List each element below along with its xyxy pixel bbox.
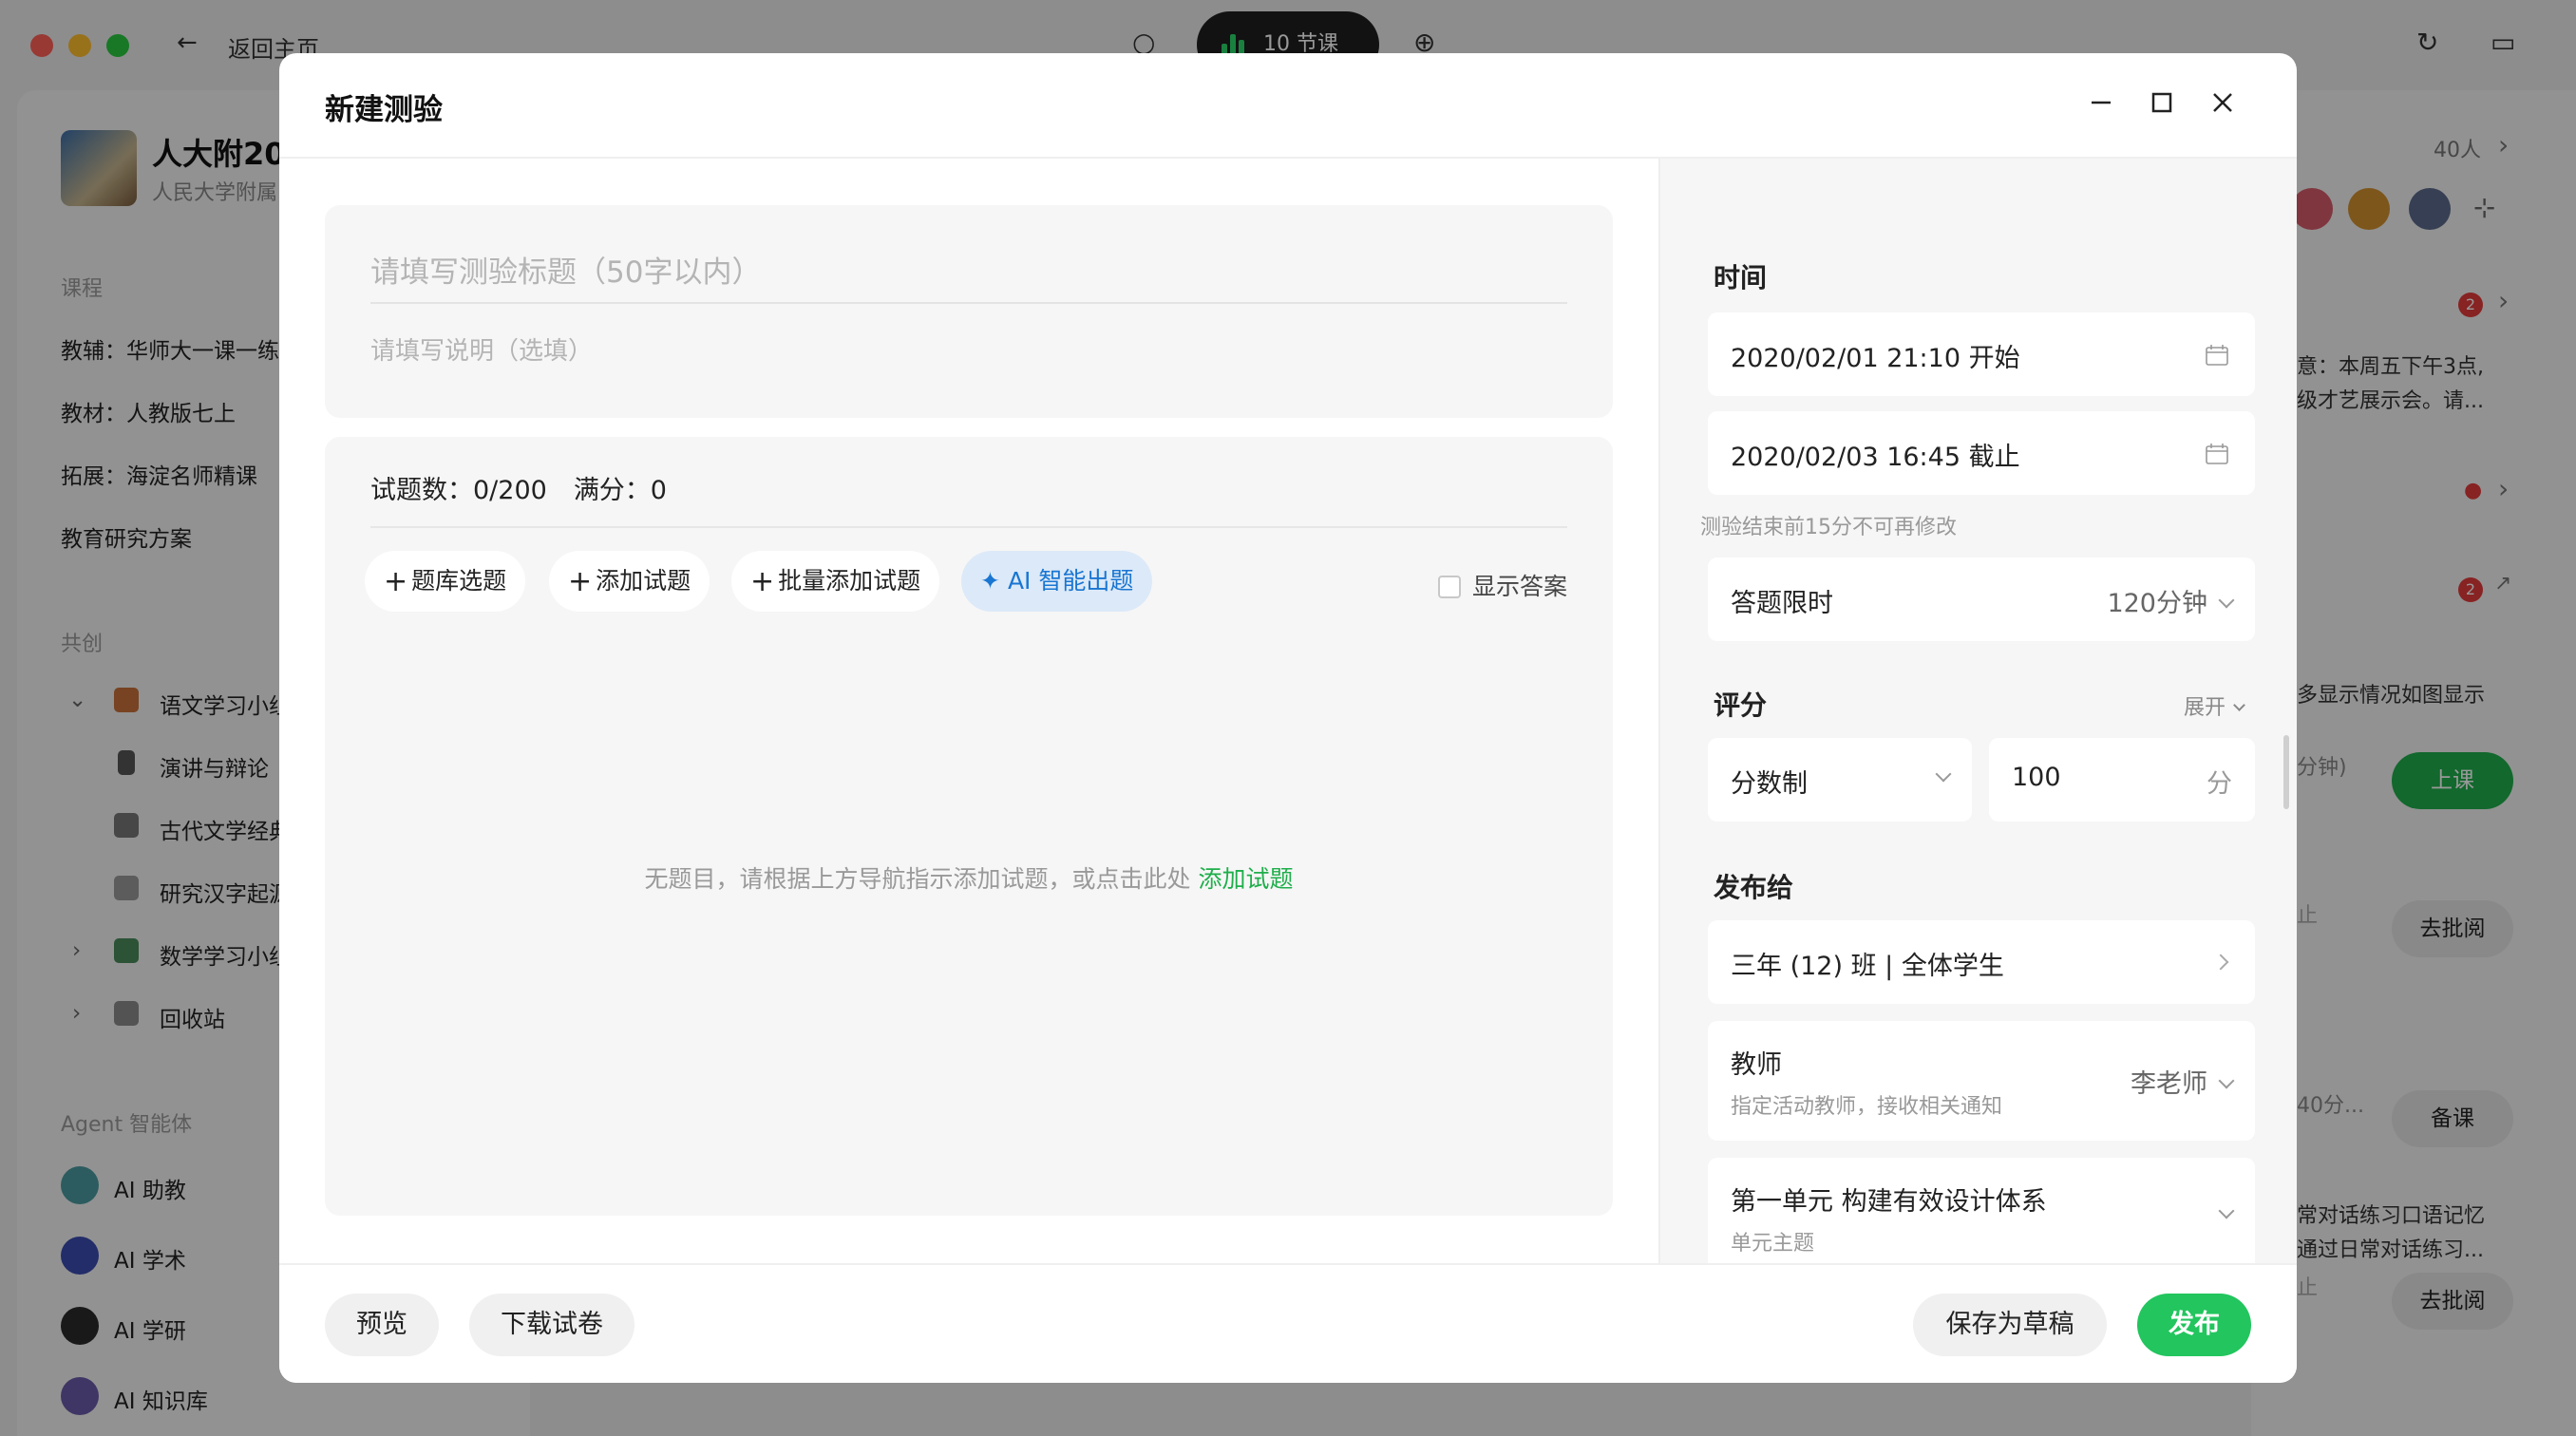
quiz-title-input[interactable]	[370, 243, 1567, 304]
plus-icon: +	[384, 565, 408, 598]
teacher-select[interactable]: 教师 指定活动教师，接收相关通知 李老师	[1708, 1021, 2255, 1141]
download-paper-button[interactable]: 下载试卷	[469, 1294, 635, 1356]
save-draft-button[interactable]: 保存为草稿	[1913, 1294, 2107, 1356]
batch-add-button[interactable]: + 批量添加试题	[731, 551, 940, 612]
title-card	[325, 205, 1613, 418]
time-section-title: 时间	[1714, 262, 1768, 293]
teacher-value: 李老师	[2131, 1069, 2207, 1099]
question-bank-label: 题库选题	[411, 567, 507, 595]
plus-icon: +	[750, 565, 775, 598]
end-time-value: 2020/02/03 16:45 截止	[1731, 443, 2020, 472]
divider	[370, 526, 1567, 528]
teacher-label: 教师	[1731, 1050, 1782, 1080]
new-quiz-dialog: 新建测验 试题数：0/200满分：0 +题库选题 +添加试题	[279, 53, 2297, 1383]
publish-section-title: 发布给	[1714, 872, 1794, 903]
calendar-icon	[2206, 444, 2228, 464]
end-time-picker[interactable]: 2020/02/03 16:45 截止	[1708, 411, 2255, 495]
add-question-link[interactable]: 添加试题	[1198, 865, 1293, 893]
maximize-icon[interactable]	[2141, 82, 2183, 123]
edit-lock-hint: 测验结束前15分不可再修改	[1700, 516, 1957, 539]
expand-toggle[interactable]: 展开	[2183, 690, 2245, 721]
time-limit-label: 答题限时	[1731, 589, 1833, 618]
total-score: 满分：0	[573, 476, 667, 505]
score-type-value: 分数制	[1731, 769, 1808, 799]
score-section-title: 评分	[1714, 690, 1768, 721]
dialog-footer: 预览 下载试卷 保存为草稿 发布	[279, 1263, 2297, 1383]
empty-state-text: 无题目，请根据上方导航指示添加试题，或点击此处	[644, 865, 1199, 893]
show-answer-label: 显示答案	[1471, 573, 1567, 600]
unit-subtitle: 单元主题	[1731, 1232, 1815, 1256]
questions-card: 试题数：0/200 满分：0 + 题库选题 + 添加试题 + 批量添加试题 ✦ AI 智能…	[325, 437, 1613, 1216]
batch-add-label: 批量添加试题	[778, 567, 921, 595]
ai-generate-label: AI 智能出题	[1007, 567, 1134, 595]
score-unit: 分	[2207, 769, 2232, 799]
teacher-value-wrap: 李老师	[2131, 1063, 2235, 1100]
add-question-button[interactable]: + 添加试题	[549, 551, 710, 612]
question-count: 试题数：0/200	[370, 476, 547, 505]
unit-title: 第一单元 构建有效设计体系	[1731, 1187, 2047, 1217]
show-answer-toggle[interactable]: 显示答案	[1437, 568, 1567, 602]
question-stats: 试题数：0/200 满分：0	[370, 469, 667, 506]
start-time-picker[interactable]: 2020/02/01 21:10 开始	[1708, 312, 2255, 396]
chevron-down-icon	[2218, 1202, 2235, 1219]
question-bank-button[interactable]: + 题库选题	[365, 551, 526, 612]
dialog-header: 新建测验	[279, 53, 2297, 159]
preview-button[interactable]: 预览	[325, 1294, 439, 1356]
close-icon[interactable]	[2202, 82, 2244, 123]
settings-pane: 时间 2020/02/01 21:10 开始 2020/02/03 16:45 …	[1658, 159, 2297, 1316]
score-type-select[interactable]: 分数制	[1708, 738, 1972, 822]
publish-button[interactable]: 发布	[2137, 1294, 2251, 1356]
chevron-right-icon	[2212, 954, 2229, 971]
chevron-down-icon	[2233, 699, 2245, 711]
minimize-icon[interactable]	[2080, 82, 2122, 123]
teacher-description: 指定活动教师，接收相关通知	[1731, 1095, 2003, 1119]
ai-generate-button[interactable]: ✦ AI 智能出题	[961, 551, 1153, 612]
time-limit-select[interactable]: 答题限时 120分钟	[1708, 557, 2255, 641]
unit-chevron-wrap	[2207, 1200, 2235, 1229]
empty-state-message: 无题目，请根据上方导航指示添加试题，或点击此处 添加试题	[325, 860, 1613, 895]
time-limit-value: 120分钟	[2107, 589, 2207, 618]
publish-target-value: 三年 (12) 班 | 全体学生	[1731, 952, 2004, 981]
start-time-value: 2020/02/01 21:10 开始	[1731, 344, 2020, 373]
full-score-input[interactable]: 100 分	[1989, 738, 2255, 822]
publish-target-select[interactable]: 三年 (12) 班 | 全体学生	[1708, 920, 2255, 1004]
add-question-label: 添加试题	[596, 567, 691, 595]
expand-label: 展开	[2183, 696, 2226, 720]
chevron-down-icon	[2218, 592, 2235, 609]
full-score-value: 100	[2012, 763, 2061, 792]
dialog-title: 新建测验	[325, 93, 443, 127]
calendar-icon	[2206, 345, 2228, 366]
time-limit-value-wrap: 120分钟	[2107, 582, 2235, 619]
quiz-description-input[interactable]	[370, 323, 1567, 380]
sparkle-icon: ✦	[980, 567, 1000, 595]
chevron-down-icon	[2218, 1072, 2235, 1089]
unit-select[interactable]: 第一单元 构建有效设计体系 单元主题	[1708, 1158, 2255, 1277]
plus-icon: +	[568, 565, 593, 598]
show-answer-checkbox[interactable]	[1437, 576, 1461, 598]
score-type-chevron-wrap	[1924, 763, 1952, 792]
chevron-down-icon	[1935, 765, 1952, 783]
settings-scrollbar[interactable]	[2283, 735, 2289, 809]
